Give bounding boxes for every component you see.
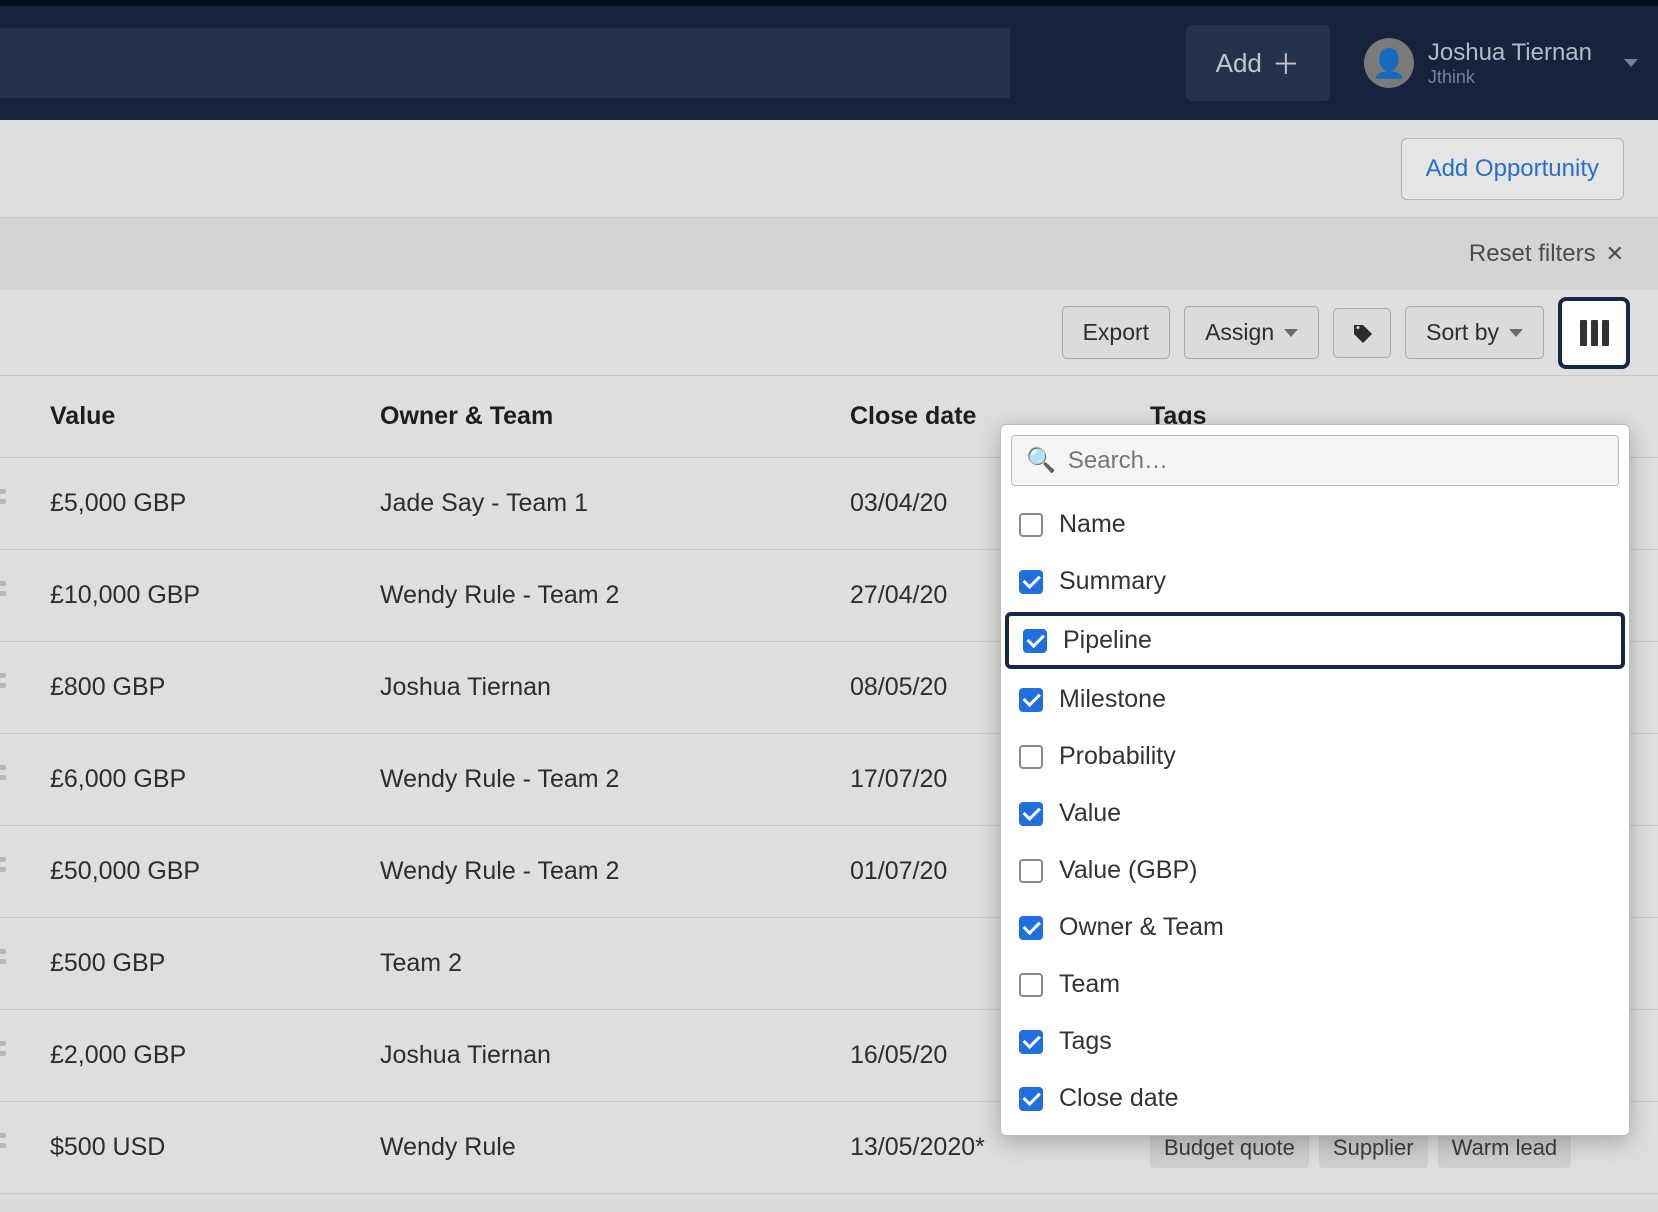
checkbox[interactable]: [1019, 916, 1043, 940]
column-option-label: Probability: [1059, 742, 1176, 771]
global-search-area[interactable]: [0, 28, 1010, 98]
column-option[interactable]: Close date: [1001, 1070, 1629, 1127]
column-option[interactable]: Summary: [1001, 553, 1629, 610]
checkbox[interactable]: [1019, 570, 1043, 594]
columns-search-input[interactable]: [1068, 447, 1604, 475]
chevron-down-icon: [1509, 329, 1523, 337]
user-subtext: Jthink: [1428, 67, 1592, 88]
plus-icon: ＋: [1272, 43, 1300, 83]
drag-handle[interactable]: [0, 1041, 6, 1071]
cell-value: £10,000 GBP: [50, 581, 380, 610]
export-label: Export: [1083, 319, 1149, 346]
cell-owner: Team 2: [380, 949, 850, 978]
column-option[interactable]: Team: [1001, 956, 1629, 1013]
cell-value: $500 USD: [50, 1133, 380, 1162]
cell-owner: Joshua Tiernan: [380, 1041, 850, 1070]
column-option[interactable]: Probability: [1001, 728, 1629, 785]
checkbox[interactable]: [1019, 688, 1043, 712]
filter-bar: Reset filters ✕: [0, 218, 1658, 290]
cell-owner: Wendy Rule: [380, 1133, 850, 1162]
columns-icon: [1580, 320, 1609, 346]
checkbox[interactable]: [1019, 973, 1043, 997]
drag-handle[interactable]: [0, 581, 6, 611]
reset-filters-button[interactable]: Reset filters ✕: [1469, 240, 1624, 268]
column-option-label: Milestone: [1059, 685, 1166, 714]
assign-label: Assign: [1205, 319, 1274, 346]
tag-button[interactable]: [1333, 308, 1391, 358]
add-button-label: Add: [1216, 48, 1262, 79]
cell-value: £800 GBP: [50, 673, 380, 702]
add-opportunity-label: Add Opportunity: [1426, 155, 1599, 182]
checkbox[interactable]: [1019, 802, 1043, 826]
column-option[interactable]: Owner & Team: [1001, 899, 1629, 956]
drag-handle[interactable]: [0, 1133, 6, 1163]
cell-owner: Wendy Rule - Team 2: [380, 581, 850, 610]
checkbox[interactable]: [1019, 1030, 1043, 1054]
cell-value: £500 GBP: [50, 949, 380, 978]
reset-filters-label: Reset filters: [1469, 240, 1596, 268]
drag-handle[interactable]: [0, 673, 6, 703]
cell-owner: Wendy Rule - Team 2: [380, 765, 850, 794]
cell-close-date: 13/05/2020*: [850, 1133, 1150, 1162]
search-icon: 🔍: [1026, 446, 1056, 475]
assign-button[interactable]: Assign: [1184, 306, 1319, 359]
cell-value: £50,000 GBP: [50, 857, 380, 886]
cell-value: £2,000 GBP: [50, 1041, 380, 1070]
columns-dropdown: 🔍 Name Summary Pipeline Milestone Probabilit…: [1000, 424, 1630, 1136]
chevron-down-icon: [1284, 329, 1298, 337]
column-option[interactable]: Name: [1001, 496, 1629, 553]
drag-handle[interactable]: [0, 765, 6, 795]
drag-handle[interactable]: [0, 949, 6, 979]
add-button[interactable]: Add ＋: [1186, 25, 1330, 101]
checkbox[interactable]: [1019, 745, 1043, 769]
column-option[interactable]: Pipeline: [1005, 612, 1625, 669]
column-option[interactable]: Tags: [1001, 1013, 1629, 1070]
close-icon: ✕: [1606, 241, 1624, 267]
drag-handle[interactable]: [0, 857, 6, 887]
checkbox[interactable]: [1019, 859, 1043, 883]
columns-toggle-button[interactable]: [1558, 297, 1630, 369]
chevron-down-icon: [1624, 59, 1638, 67]
column-option-label: Value: [1059, 799, 1121, 828]
column-option-label: Owner & Team: [1059, 913, 1224, 942]
column-option[interactable]: Milestone: [1001, 671, 1629, 728]
column-option-label: Name: [1059, 510, 1126, 539]
cell-owner: Jade Say - Team 1: [380, 489, 850, 518]
column-option-label: Value (GBP): [1059, 856, 1197, 885]
column-option-label: Close date: [1059, 1084, 1179, 1113]
column-option-label: Pipeline: [1063, 626, 1152, 655]
avatar: 👤: [1364, 38, 1414, 88]
top-bar: Add ＋ 👤 Joshua Tiernan Jthink: [0, 0, 1658, 120]
sub-bar: Add Opportunity: [0, 120, 1658, 218]
tag-icon: [1350, 321, 1374, 345]
cell-owner: Joshua Tiernan: [380, 673, 850, 702]
columns-search-box[interactable]: 🔍: [1011, 435, 1619, 486]
drag-handle[interactable]: [0, 489, 6, 519]
column-option-label: Tags: [1059, 1027, 1112, 1056]
column-option[interactable]: Value: [1001, 785, 1629, 842]
export-button[interactable]: Export: [1062, 306, 1170, 359]
column-option-label: Team: [1059, 970, 1120, 999]
sort-by-label: Sort by: [1426, 319, 1499, 346]
sort-by-button[interactable]: Sort by: [1405, 306, 1544, 359]
column-option[interactable]: Value (GBP): [1001, 842, 1629, 899]
user-menu[interactable]: 👤 Joshua Tiernan Jthink: [1364, 38, 1638, 88]
table-toolbar: Export Assign Sort by: [0, 290, 1658, 376]
checkbox[interactable]: [1019, 513, 1043, 537]
checkbox[interactable]: [1019, 1087, 1043, 1111]
user-name: Joshua Tiernan: [1428, 39, 1592, 67]
column-header-value[interactable]: Value: [50, 402, 380, 431]
add-opportunity-button[interactable]: Add Opportunity: [1401, 138, 1624, 200]
cell-owner: Wendy Rule - Team 2: [380, 857, 850, 886]
column-header-owner[interactable]: Owner & Team: [380, 402, 850, 431]
cell-value: £6,000 GBP: [50, 765, 380, 794]
column-option-label: Summary: [1059, 567, 1166, 596]
checkbox[interactable]: [1023, 629, 1047, 653]
cell-value: £5,000 GBP: [50, 489, 380, 518]
